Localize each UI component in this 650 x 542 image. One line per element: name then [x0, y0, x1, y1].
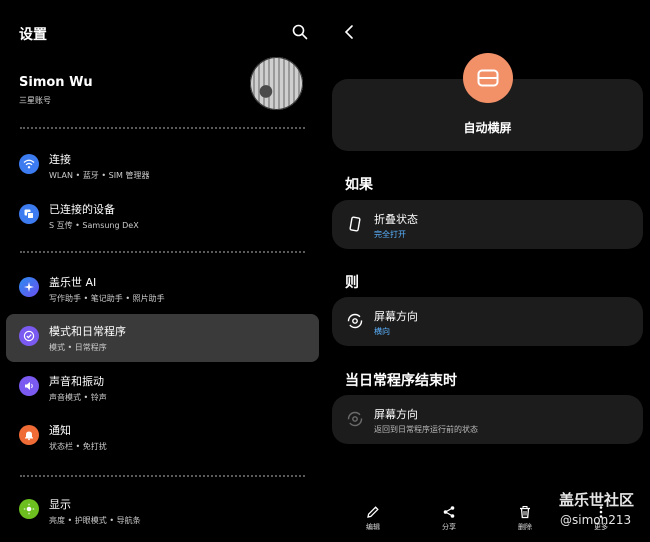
ai-sparkle-icon	[19, 277, 39, 297]
fold-state-icon	[349, 216, 361, 232]
settings-item-display[interactable]: 显示 亮度 • 护眼模式 • 导航条	[6, 487, 319, 535]
landscape-icon	[477, 69, 499, 87]
item-sub: WLAN • 蓝牙 • SIM 管理器	[49, 171, 150, 180]
share-label: 分享	[442, 523, 456, 531]
settings-item-galaxy-ai[interactable]: 盖乐世 AI 写作助手 • 笔记助手 • 照片助手	[6, 265, 319, 313]
trash-icon	[520, 506, 530, 519]
bell-icon	[19, 425, 39, 445]
pencil-icon	[367, 506, 379, 518]
routine-icon	[463, 53, 513, 103]
edit-label: 编辑	[366, 523, 380, 531]
watermark-title: 盖乐世社区	[559, 491, 635, 509]
item-title: 已连接的设备	[49, 203, 115, 216]
item-title: 声音和振动	[49, 375, 104, 388]
sun-icon	[19, 499, 39, 519]
settings-item-connections[interactable]: 连接 WLAN • 蓝牙 • SIM 管理器	[6, 142, 319, 190]
search-icon[interactable]	[292, 24, 308, 40]
divider	[20, 251, 305, 253]
settings-item-sound[interactable]: 声音和振动 声音模式 • 铃声	[6, 364, 319, 412]
condition-value: 完全打开	[374, 230, 406, 239]
settings-item-connected-devices[interactable]: 已连接的设备 S 互传 • Samsung DeX	[6, 192, 319, 240]
action-title: 屏幕方向	[374, 310, 418, 323]
end-action-value: 返回到日常程序运行前的状态	[374, 425, 478, 434]
item-title: 连接	[49, 153, 71, 166]
volume-icon	[19, 376, 39, 396]
delete-button[interactable]: 删除	[505, 505, 545, 532]
screen-rotation-icon	[347, 411, 363, 427]
item-title: 显示	[49, 498, 71, 511]
avatar[interactable]	[250, 57, 303, 110]
divider	[20, 475, 305, 477]
page-title: 设置	[19, 27, 47, 43]
divider	[20, 127, 305, 129]
share-button[interactable]: 分享	[429, 505, 469, 532]
back-icon[interactable]	[343, 24, 355, 40]
share-icon	[443, 506, 455, 518]
settings-item-notifications[interactable]: 通知 状态栏 • 免打扰	[6, 413, 319, 461]
profile-sub: 三星账号	[19, 96, 51, 105]
item-sub: 亮度 • 护眼模式 • 导航条	[49, 516, 141, 525]
item-sub: 模式 • 日常程序	[49, 343, 107, 352]
action-card[interactable]: 屏幕方向 横向	[332, 297, 643, 346]
item-sub: 写作助手 • 笔记助手 • 照片助手	[49, 294, 165, 303]
section-if: 如果	[345, 177, 373, 193]
item-title: 模式和日常程序	[49, 325, 126, 338]
routine-title: 自动横屏	[463, 121, 512, 135]
delete-label: 删除	[518, 523, 532, 531]
screen-rotation-icon	[347, 313, 363, 329]
profile-name[interactable]: Simon Wu	[19, 75, 93, 90]
section-when-routine-ends: 当日常程序结束时	[345, 373, 457, 389]
settings-item-modes-routines[interactable]: 模式和日常程序 模式 • 日常程序	[6, 314, 319, 362]
wifi-icon	[19, 154, 39, 174]
condition-card[interactable]: 折叠状态 完全打开	[332, 200, 643, 249]
modes-routines-icon	[19, 326, 39, 346]
devices-icon	[19, 204, 39, 224]
condition-title: 折叠状态	[374, 213, 418, 226]
settings-pane: 设置 Simon Wu 三星账号 连接 WLAN • 蓝牙 • SIM 管理器 …	[0, 0, 325, 542]
edit-button[interactable]: 编辑	[353, 505, 393, 532]
end-action-title: 屏幕方向	[374, 408, 418, 421]
item-sub: S 互传 • Samsung DeX	[49, 221, 139, 230]
routine-detail-pane: 自动横屏 如果 折叠状态 完全打开 则 屏幕方向 横向 当日常程序结束时 屏幕方…	[325, 0, 650, 542]
item-title: 盖乐世 AI	[49, 276, 97, 289]
item-sub: 声音模式 • 铃声	[49, 393, 107, 402]
section-then: 则	[345, 275, 359, 291]
item-title: 通知	[49, 424, 71, 437]
action-value: 横向	[374, 327, 390, 336]
item-sub: 状态栏 • 免打扰	[49, 442, 107, 451]
watermark-handle: @simon213	[560, 513, 632, 527]
end-action-card[interactable]: 屏幕方向 返回到日常程序运行前的状态	[332, 395, 643, 444]
